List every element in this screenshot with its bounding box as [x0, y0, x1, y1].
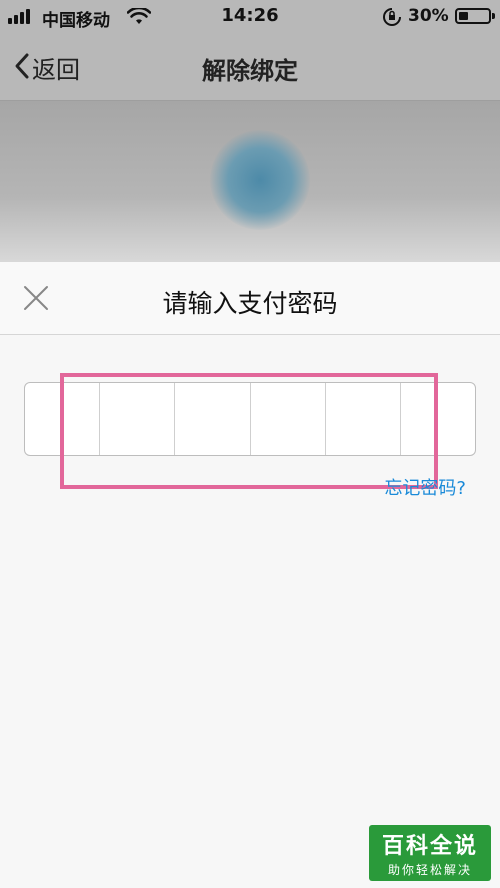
watermark-title: 百科全说: [381, 834, 478, 859]
sheet-title: 请输入支付密码: [162, 289, 338, 318]
forgot-password-link[interactable]: 忘记密码?: [384, 474, 466, 500]
watermark-logo: 百科全说 助你轻松解决: [369, 825, 491, 881]
sheet-header: 请输入支付密码: [0, 262, 500, 335]
navigation-bar: 返回 解除绑定: [0, 34, 500, 101]
password-sheet: 请输入支付密码 忘记密码?: [0, 262, 500, 888]
battery-percent: 30%: [408, 6, 449, 26]
page-title: 解除绑定: [202, 57, 298, 85]
battery-cap: [492, 13, 495, 19]
blurred-avatar: [210, 130, 310, 230]
status-bar: 中国移动 14:26 30%: [0, 0, 500, 34]
battery-icon: [455, 8, 491, 24]
highlight-annotation-box: [60, 373, 438, 489]
orientation-lock-icon: [382, 7, 402, 32]
watermark-subtitle: 助你轻松解决: [387, 863, 472, 877]
